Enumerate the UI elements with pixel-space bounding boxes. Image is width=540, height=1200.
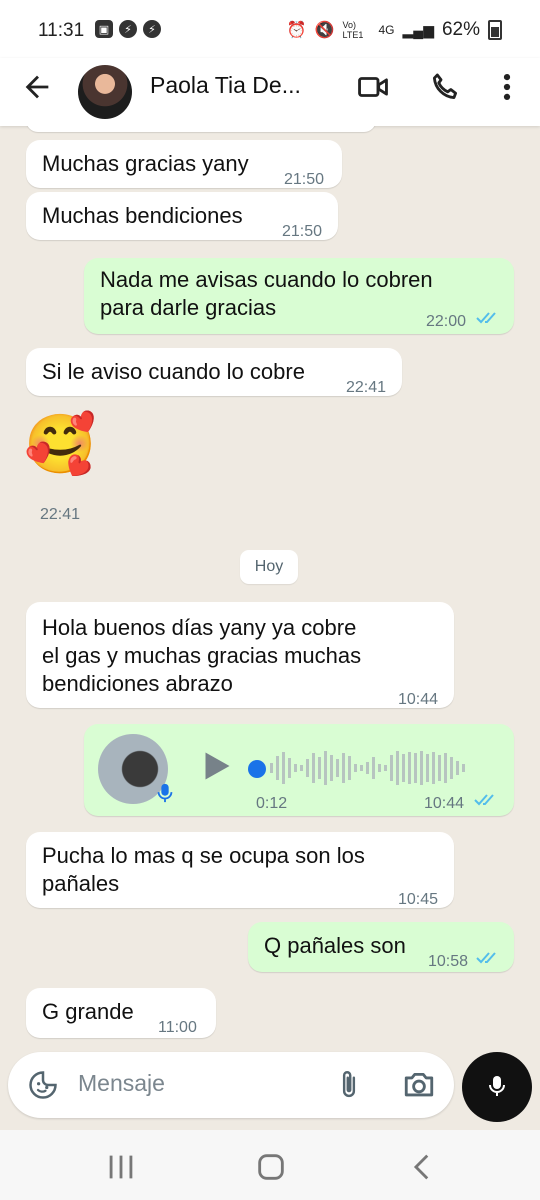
messenger-notification-icon: ⚡ [119,20,137,38]
message-time: 22:00 [426,313,467,330]
phone-icon[interactable] [428,70,462,104]
message-bubble-incoming[interactable]: G grande 11:00 [26,988,216,1038]
message-bubble-incoming[interactable]: Hola buenos días yany ya cobre el gas y … [26,602,454,708]
network-type: 4G [378,23,395,37]
message-bubble-incoming[interactable]: Muchas gracias yany 21:50 [26,140,342,188]
message-time: 10:45 [398,891,439,908]
voice-progress-knob[interactable] [248,760,266,778]
message-text-line-2: pañales [42,871,120,896]
message-text-line-1: Pucha lo mas q se ocupa son los [42,843,365,868]
message-text-line-2: para darle gracias [100,295,277,320]
message-bubble-incoming[interactable]: Muchas bendiciones 21:50 [26,192,338,240]
status-bar: 11:31 ▣ ⚡ ⚡ ⏰ 🔇 Vo) LTE1 4G ▂▄▆ 62% [0,0,540,58]
message-text-line-3: bendiciones abrazo [42,671,233,696]
message-bubble-outgoing[interactable]: Q pañales son 10:58 [248,922,514,972]
mute-icon: 🔇 [314,22,335,39]
chat-header: Paola Tia De... [0,58,540,126]
signal-icon: ▂▄▆ [402,21,434,38]
message-time: 10:44 [424,795,465,812]
message-text: Q pañales son [264,933,406,958]
message-composer[interactable]: Mensaje [8,1052,454,1118]
read-ticks-icon [476,952,496,964]
date-divider: Hoy [240,550,298,584]
home-icon[interactable] [254,1150,288,1184]
chat-area[interactable]: Muchas gracias yany 21:50 Muchas bendici… [0,126,540,1050]
message-text: G grande [42,999,134,1024]
message-time: 21:50 [284,171,325,188]
contact-name[interactable]: Paola Tia De... [150,72,301,99]
message-bubble-incoming[interactable]: Si le aviso cuando lo cobre 22:41 [26,348,402,396]
message-text-line-1: Nada me avisas cuando lo cobren [100,267,433,292]
message-text-line-2: el gas y muchas gracias muchas [42,643,362,668]
message-text: Si le aviso cuando lo cobre [42,359,305,384]
voice-message-bubble[interactable]: 0:12 10:44 [84,724,514,816]
cropped-media-bubble[interactable] [26,126,376,132]
message-text-line-1: Hola buenos días yany ya cobre [42,615,357,640]
message-bubble-incoming[interactable]: Pucha lo mas q se ocupa son los pañales … [26,832,454,908]
recent-apps-icon[interactable] [104,1150,138,1184]
read-ticks-icon [476,312,496,324]
voice-waveform[interactable] [270,748,490,788]
voice-duration: 0:12 [256,795,288,812]
message-time: 21:50 [282,223,323,240]
message-bubble-outgoing[interactable]: Nada me avisas cuando lo cobren para dar… [84,258,514,334]
status-time: 11:31 [38,20,85,41]
voice-record-button[interactable] [462,1052,532,1122]
message-time: 10:58 [428,953,469,970]
message-time: 10:44 [398,691,439,708]
battery-percent: 62% [441,19,480,40]
messenger-notification-icon: ⚡ [143,20,161,38]
gallery-notification-icon: ▣ [95,20,113,38]
back-arrow-icon[interactable] [20,70,54,104]
emoji-message[interactable]: 🥰 22:41 [24,410,104,523]
volte-indicator: Vo) LTE1 [342,20,364,40]
alarm-icon: ⏰ [286,22,307,39]
video-call-icon[interactable] [356,70,390,104]
message-time: 11:00 [158,1019,197,1036]
message-time: 22:41 [346,379,387,396]
smiling-face-with-hearts-emoji: 🥰 [24,412,97,477]
camera-icon[interactable] [402,1068,436,1102]
battery-icon [488,20,502,40]
message-input[interactable]: Mensaje [78,1070,165,1097]
message-text: Muchas gracias yany [42,151,249,176]
read-ticks-icon [474,794,494,806]
back-nav-icon[interactable] [406,1150,440,1184]
mic-badge-icon [157,783,173,803]
system-navigation-bar [0,1130,540,1200]
message-text: Muchas bendiciones [42,203,243,228]
message-time: 22:41 [40,506,81,523]
emoji-sticker-icon[interactable] [28,1070,58,1100]
paperclip-icon[interactable] [334,1068,364,1102]
more-vert-icon[interactable] [490,70,524,104]
contact-avatar[interactable] [78,65,132,119]
play-icon[interactable] [198,748,234,784]
microphone-icon [489,1076,505,1096]
